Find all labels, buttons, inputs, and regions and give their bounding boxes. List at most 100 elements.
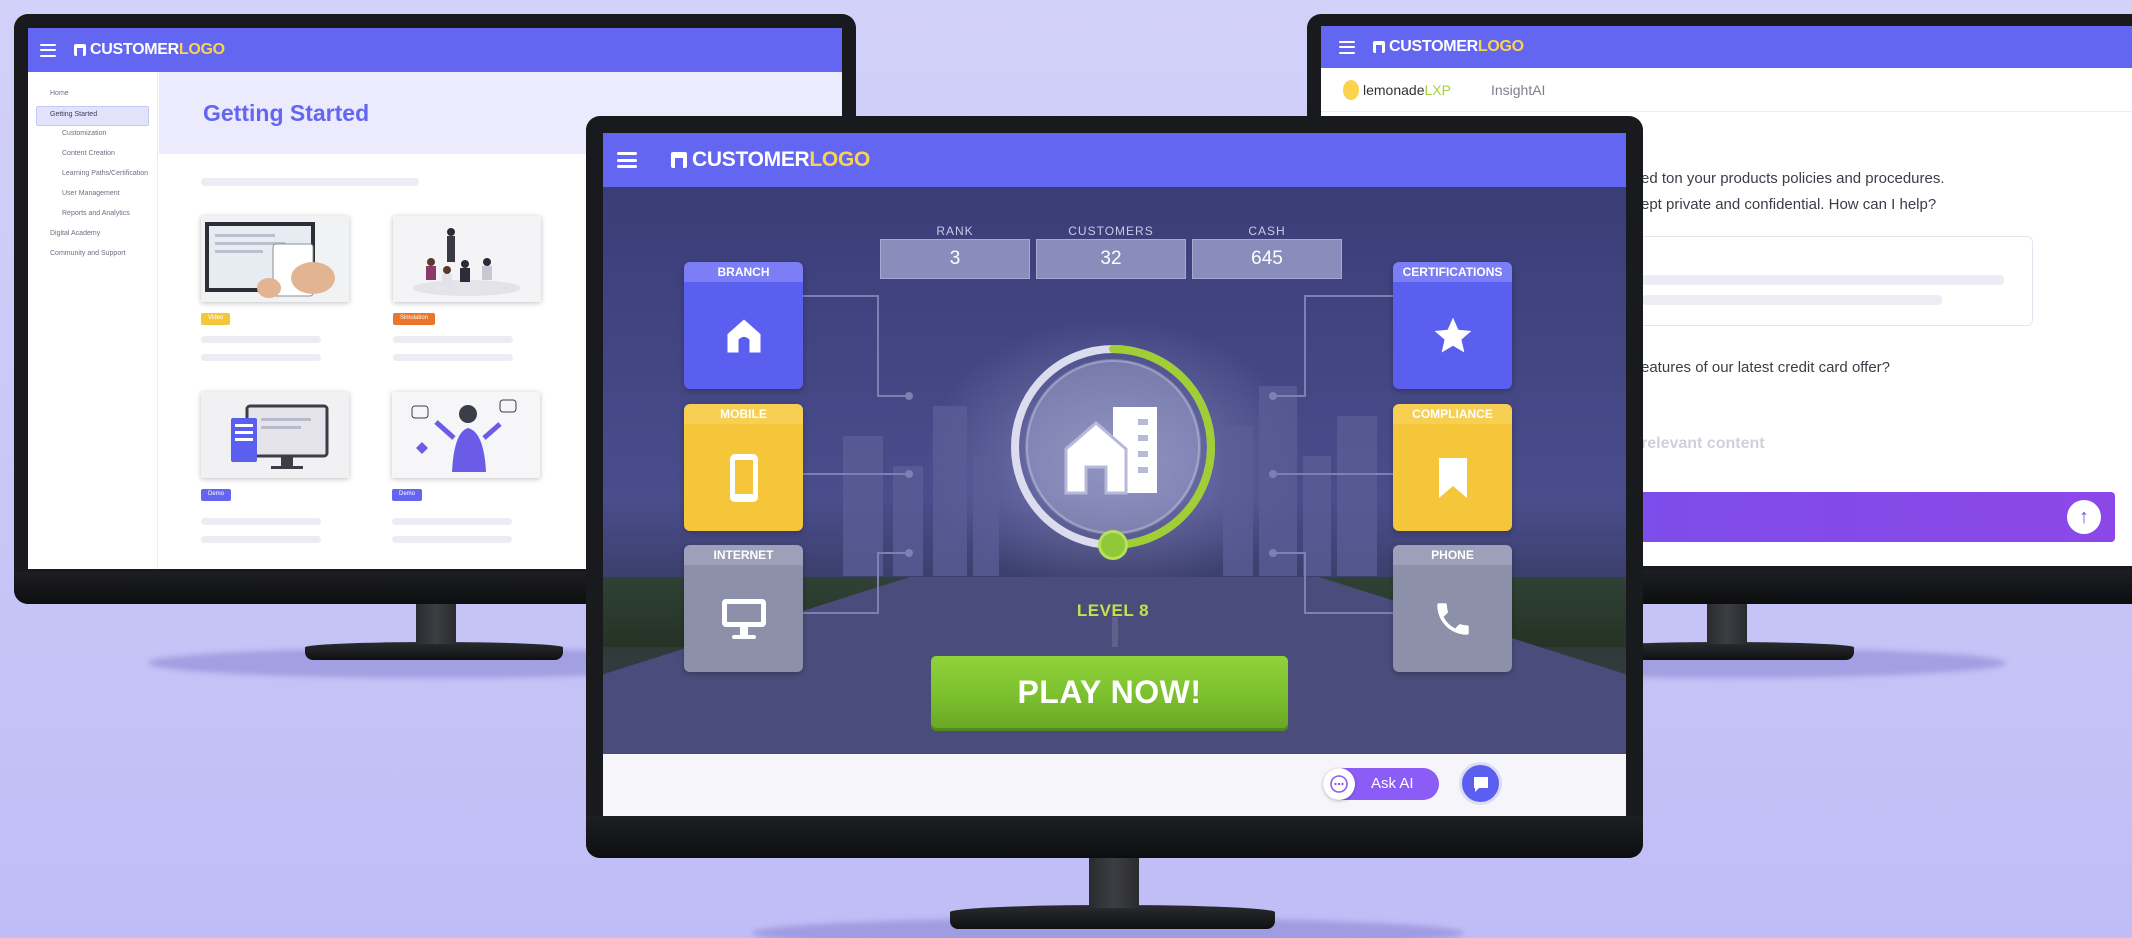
placeholder-line xyxy=(201,336,321,343)
tile-label: BRANCH xyxy=(684,262,803,282)
center-screen: CUSTOMER LOGO RANK 3 CUSTOMERS 32 CASH 6… xyxy=(603,133,1626,816)
level-label: LEVEL 8 xyxy=(1076,601,1150,620)
sidebar-item[interactable]: Customization xyxy=(28,126,157,146)
placeholder-line xyxy=(392,518,512,525)
product-tabs: lemonadeLXP InsightAI xyxy=(1321,68,2132,112)
logo-word-1: CUSTOMER xyxy=(90,41,179,58)
sidebar-item[interactable]: Digital Academy xyxy=(28,226,157,246)
right-app-bar: CUSTOMER LOGO xyxy=(1321,26,2132,68)
placeholder-line xyxy=(201,178,419,186)
ask-ai-label: Ask AI xyxy=(1371,775,1414,792)
loading-response-box xyxy=(1621,236,2033,326)
left-app-bar: CUSTOMER LOGO xyxy=(28,28,842,72)
game-board: RANK 3 CUSTOMERS 32 CASH 645 BRANCH MOBI… xyxy=(603,187,1626,754)
placeholder-line xyxy=(393,354,513,361)
logo-word-2: LOGO xyxy=(809,148,871,171)
tab-lemonade-lxp[interactable]: lemonadeLXP xyxy=(1363,82,1451,98)
sidebar-item[interactable]: Community and Support xyxy=(28,246,157,266)
tile-label: CERTIFICATIONS xyxy=(1393,262,1512,282)
tab-insightai[interactable]: InsightAI xyxy=(1491,82,1545,98)
footer-bar: Ask AI xyxy=(603,754,1626,816)
right-monitor-neck xyxy=(1707,604,1747,644)
badge-simulation: Simulation xyxy=(393,313,436,325)
woman-illustration xyxy=(392,392,540,478)
sidebar-item[interactable]: User Management xyxy=(28,186,157,206)
content-card[interactable] xyxy=(393,216,541,302)
logo-word-1: CUSTOMER xyxy=(1389,38,1478,55)
tile-compliance[interactable]: COMPLIANCE xyxy=(1393,404,1512,531)
menu-icon[interactable] xyxy=(1339,40,1355,54)
tile-mobile[interactable]: MOBILE xyxy=(684,404,803,531)
tile-internet[interactable]: INTERNET xyxy=(684,545,803,672)
company-building-icon xyxy=(1064,407,1157,495)
arrow-up-icon[interactable]: ↑ xyxy=(2067,500,2101,534)
placeholder-line xyxy=(201,518,321,525)
searching-status: relevant content xyxy=(1641,435,1765,452)
content-card[interactable] xyxy=(392,392,540,478)
left-sidebar: Home Getting Started Customization Content … xyxy=(28,72,158,569)
logo-word-1: CUSTOMER xyxy=(692,148,810,171)
brand-suffix: LXP xyxy=(1424,81,1451,98)
tile-label: COMPLIANCE xyxy=(1393,404,1512,424)
logo-word-2: LOGO xyxy=(1477,38,1524,55)
tile-phone[interactable]: PHONE xyxy=(1393,545,1512,672)
desktop-illustration xyxy=(201,392,349,478)
tile-label: PHONE xyxy=(1393,545,1512,565)
center-app-bar: CUSTOMER LOGO xyxy=(603,133,1626,187)
customer-logo[interactable]: CUSTOMER LOGO xyxy=(1373,38,1524,56)
star-icon xyxy=(1434,317,1471,352)
tile-branch[interactable]: BRANCH xyxy=(684,262,803,389)
page-title: Getting Started xyxy=(203,100,370,126)
menu-icon[interactable] xyxy=(40,43,56,57)
badge-demo: Demo xyxy=(392,489,423,501)
sidebar-item[interactable]: Getting Started xyxy=(36,106,149,126)
badge-demo: Demo xyxy=(201,489,232,501)
phone-icon xyxy=(1436,602,1469,635)
meeting-thumbnail xyxy=(393,216,541,302)
level-ring xyxy=(993,327,1233,567)
home-icon xyxy=(727,319,760,352)
placeholder-line xyxy=(1642,275,2004,285)
logo-mark-icon xyxy=(671,152,687,168)
tile-label: INTERNET xyxy=(684,545,803,565)
content-card[interactable] xyxy=(201,392,349,478)
center-monitor-chin xyxy=(586,816,1643,858)
lemon-icon xyxy=(1343,79,1359,100)
content-card[interactable] xyxy=(201,216,349,302)
tile-certifications[interactable]: CERTIFICATIONS xyxy=(1393,262,1512,389)
assistant-message-line: ed ton your products policies and proced… xyxy=(1641,170,1945,187)
menu-icon[interactable] xyxy=(617,152,637,168)
sidebar-item[interactable]: Content Creation xyxy=(28,146,157,166)
chat-bubble-icon xyxy=(1473,776,1488,792)
tablet-thumbnail xyxy=(201,216,349,302)
level-progress-knob xyxy=(1098,530,1128,560)
smartphone-icon xyxy=(729,453,758,502)
placeholder-line xyxy=(201,536,321,543)
customer-logo[interactable]: CUSTOMER LOGO xyxy=(74,41,225,59)
logo-word-2: LOGO xyxy=(178,41,225,58)
logo-mark-icon xyxy=(74,44,86,56)
bookmark-icon xyxy=(1438,457,1467,498)
play-now-button[interactable]: PLAY NOW! xyxy=(931,656,1288,728)
chat-button[interactable] xyxy=(1459,762,1502,805)
customer-logo[interactable]: CUSTOMER LOGO xyxy=(671,148,870,172)
ai-chat-icon xyxy=(1323,768,1355,800)
tile-label: MOBILE xyxy=(684,404,803,424)
brand-name: lemonade xyxy=(1363,81,1425,98)
placeholder-line xyxy=(393,336,513,343)
center-monitor-neck xyxy=(1089,858,1139,908)
placeholder-line xyxy=(201,354,321,361)
logo-mark-icon xyxy=(1373,41,1385,53)
placeholder-line xyxy=(392,536,512,543)
badge-video: Video xyxy=(201,313,231,325)
center-monitor-foot xyxy=(950,905,1275,929)
placeholder-line xyxy=(1642,295,1942,305)
desktop-icon xyxy=(721,598,766,639)
sidebar-item[interactable]: Learning Paths/Certification xyxy=(28,166,157,186)
user-question: eatures of our latest credit card offer? xyxy=(1641,359,1891,376)
sidebar-item[interactable]: Home xyxy=(28,86,157,106)
ask-ai-button[interactable]: Ask AI xyxy=(1323,768,1439,800)
prompt-input-bar[interactable]: ↑ xyxy=(1619,492,2115,542)
sidebar-item[interactable]: Reports and Analytics xyxy=(28,206,157,226)
left-monitor-foot xyxy=(305,642,563,660)
